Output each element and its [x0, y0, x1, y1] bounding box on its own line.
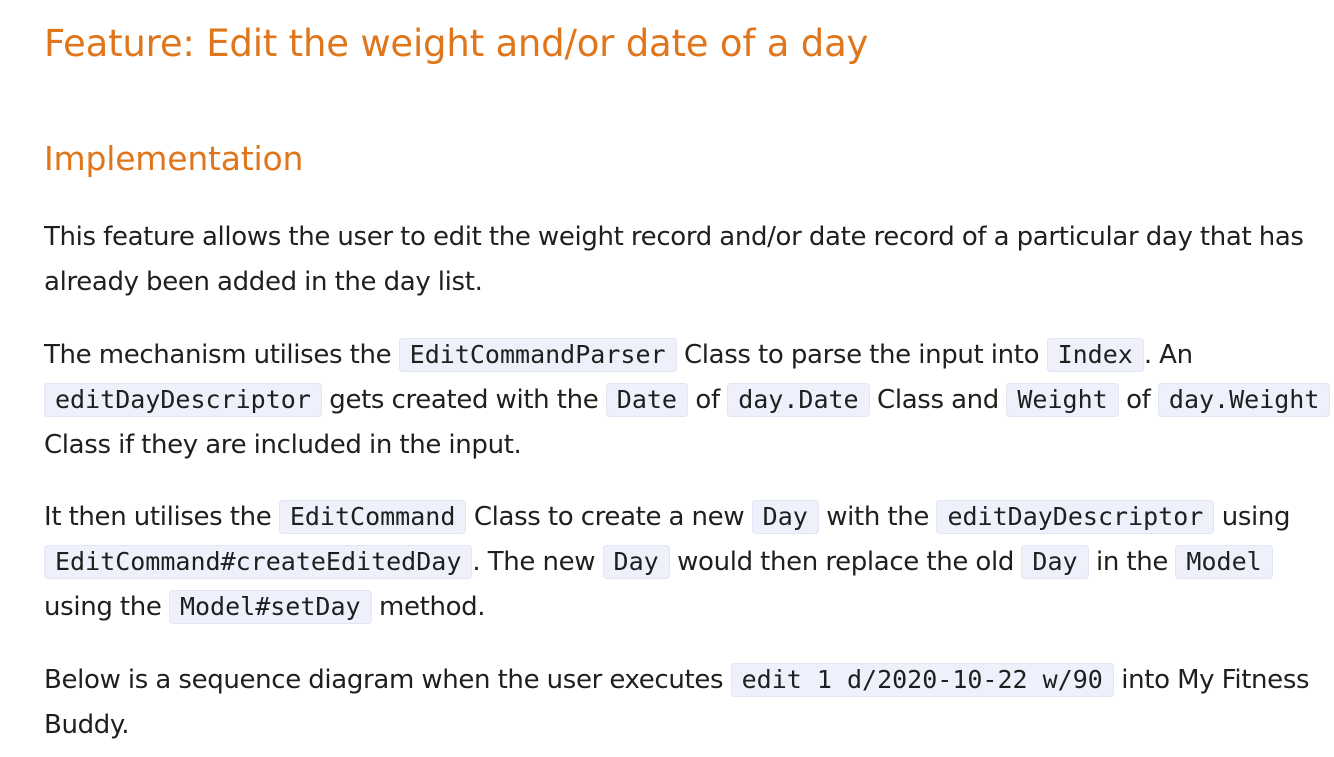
paragraph-text: of: [687, 384, 728, 415]
inline-code: day.Date: [727, 382, 870, 417]
inline-code: Index: [1046, 338, 1144, 372]
paragraph-text: Below is a sequence diagram when the use…: [44, 665, 731, 695]
inline-code: Date: [605, 382, 688, 417]
paragraph-text: It then utilises the: [44, 502, 279, 532]
paragraph-edit-command: It then utilises the EditCommand Class t…: [44, 495, 1334, 629]
paragraph-text: The mechanism utilises the: [44, 340, 399, 370]
paragraph-sequence-diagram-intro: Below is a sequence diagram when the use…: [44, 658, 1334, 748]
inline-code: Day: [751, 500, 819, 534]
paragraph-text: Class if they are included in the input.: [44, 429, 522, 460]
inline-code: editDayDescriptor: [936, 500, 1215, 534]
paragraph-text: method.: [371, 591, 486, 622]
paragraph-text: Class to parse the input into: [676, 340, 1047, 370]
paragraph-text: with the: [818, 502, 937, 532]
inline-code: edit 1 d/2020-10-22 w/90: [730, 663, 1114, 697]
inline-code: day.Weight: [1157, 382, 1331, 417]
inline-code: Model#setDay: [168, 589, 372, 624]
inline-code: Model: [1175, 544, 1273, 579]
paragraph-text: using the: [44, 591, 169, 622]
section-heading-implementation: Implementation: [44, 139, 304, 178]
paragraph-text: using: [1214, 502, 1291, 532]
paragraph-text: . An: [1143, 340, 1193, 370]
inline-code: Weight: [1006, 382, 1119, 417]
paragraph-text: would then replace the old: [669, 546, 1022, 577]
paragraph-text: . The new: [472, 546, 603, 577]
paragraph-text: Class and: [869, 384, 1007, 415]
inline-code: EditCommand: [278, 500, 467, 534]
document-page: Feature: Edit the weight and/or date of …: [0, 0, 1334, 757]
paragraph-text: in the: [1088, 546, 1176, 577]
inline-code: EditCommand#createEditedDay: [44, 544, 473, 579]
paragraph-text: This feature allows the user to edit the…: [44, 222, 1304, 297]
paragraph-text: of: [1118, 384, 1158, 415]
paragraph-text: gets created with the: [321, 384, 606, 415]
paragraph-feature-description: This feature allows the user to edit the…: [44, 215, 1334, 305]
inline-code: EditCommandParser: [398, 338, 677, 372]
inline-code: Day: [1021, 544, 1089, 579]
inline-code: editDayDescriptor: [44, 382, 322, 417]
inline-code: Day: [602, 544, 670, 579]
page-title: Feature: Edit the weight and/or date of …: [44, 22, 869, 65]
paragraph-text: Class to create a new: [466, 502, 752, 532]
paragraph-mechanism: The mechanism utilises the EditCommandPa…: [44, 333, 1334, 467]
